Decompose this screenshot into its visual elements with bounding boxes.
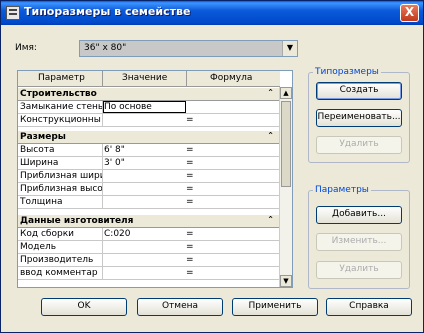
- close-button[interactable]: X: [400, 4, 419, 22]
- param-name: ввод комментар: [20, 268, 98, 278]
- param-formula[interactable]: =: [186, 171, 194, 181]
- table-row[interactable]: Код сборки C:020 =: [18, 228, 280, 241]
- group-row[interactable]: Размеры ⌃: [18, 131, 280, 144]
- group-row[interactable]: Строительство ⌃: [18, 88, 280, 101]
- param-name: Высота: [20, 145, 55, 155]
- modify-param-button[interactable]: Изменить...: [316, 233, 402, 251]
- param-name: Приблизная высот: [20, 184, 102, 194]
- new-type-button[interactable]: Создать: [316, 82, 402, 100]
- collapse-icon[interactable]: ⌃: [267, 131, 274, 140]
- table-row[interactable]: Высота 6' 8" =: [18, 144, 280, 157]
- param-name: Код сборки: [20, 229, 74, 239]
- name-value: 36" x 80": [84, 43, 127, 53]
- chevron-down-icon[interactable]: ▼: [282, 41, 297, 56]
- param-formula[interactable]: =: [186, 115, 194, 125]
- group-title: Размеры: [20, 132, 66, 142]
- table-row[interactable]: Модель =: [18, 241, 280, 254]
- param-formula[interactable]: =: [186, 242, 194, 252]
- apply-button[interactable]: Применить: [232, 298, 318, 316]
- name-label: Имя:: [15, 43, 37, 53]
- grid-header: Параметр Значение Формула: [18, 71, 280, 87]
- group-title: Строительство: [20, 89, 97, 99]
- param-formula[interactable]: =: [186, 158, 194, 168]
- param-name: Конструкционны: [20, 115, 101, 125]
- table-row[interactable]: Приблизная высот =: [18, 183, 280, 196]
- delete-type-button[interactable]: Удалить: [316, 136, 402, 154]
- parameters-grid: Параметр Значение Формула Строительство …: [17, 70, 293, 288]
- collapse-icon[interactable]: ⌃: [267, 88, 274, 97]
- param-value: По основе: [104, 102, 152, 112]
- param-name: Ширина: [20, 158, 59, 168]
- param-formula[interactable]: =: [186, 268, 194, 278]
- title-bar[interactable]: Типоразмеры в семействе X: [1, 1, 423, 25]
- cancel-button[interactable]: Отмена: [137, 298, 223, 316]
- param-name: Производитель: [20, 255, 94, 265]
- param-formula[interactable]: =: [186, 255, 194, 265]
- types-legend: Типоразмеры: [315, 67, 379, 77]
- window-title: Типоразмеры в семействе: [24, 5, 191, 18]
- table-row[interactable]: Конструкционны =: [18, 114, 280, 127]
- header-parameter[interactable]: Параметр: [38, 73, 85, 83]
- scroll-down-icon[interactable]: ▼: [280, 275, 292, 287]
- table-row[interactable]: Замыкание стены По основе: [18, 101, 280, 114]
- param-name: Приблизная ширин: [20, 171, 102, 181]
- param-formula[interactable]: =: [186, 184, 194, 194]
- params-legend: Параметры: [315, 185, 369, 195]
- table-row[interactable]: Ширина 3' 0" =: [18, 157, 280, 170]
- table-row[interactable]: Приблизная ширин =: [18, 170, 280, 183]
- remove-param-button[interactable]: Удалить: [316, 261, 402, 279]
- vertical-scrollbar[interactable]: ▲ ▼: [279, 87, 292, 287]
- param-value[interactable]: 6' 8": [104, 145, 184, 155]
- collapse-icon[interactable]: ⌃: [267, 215, 274, 224]
- table-row[interactable]: Производитель =: [18, 254, 280, 267]
- add-param-button[interactable]: Добавить...: [316, 206, 402, 224]
- param-value[interactable]: C:020: [104, 229, 184, 239]
- rename-type-button[interactable]: Переименовать...: [316, 109, 402, 127]
- group-row[interactable]: Данные изготовителя ⌃: [18, 215, 280, 228]
- param-name: Толщина: [20, 197, 63, 207]
- param-formula[interactable]: =: [186, 145, 194, 155]
- ok-button[interactable]: OK: [41, 298, 127, 316]
- name-combo[interactable]: 36" x 80" ▼: [79, 40, 298, 57]
- table-row[interactable]: ввод комментар =: [18, 267, 280, 280]
- scroll-thumb[interactable]: [281, 101, 291, 187]
- header-formula[interactable]: Формула: [210, 73, 252, 83]
- param-value[interactable]: 3' 0": [104, 158, 184, 168]
- header-value[interactable]: Значение: [122, 73, 167, 83]
- param-name: Замыкание стены: [20, 102, 102, 112]
- scroll-up-icon[interactable]: ▲: [280, 87, 292, 99]
- param-formula[interactable]: =: [186, 197, 194, 207]
- family-types-dialog: Типоразмеры в семействе X Имя: 36" x 80"…: [0, 0, 424, 333]
- group-title: Данные изготовителя: [20, 216, 134, 226]
- help-button[interactable]: Справка: [326, 298, 412, 316]
- param-name: Модель: [20, 242, 57, 252]
- table-row[interactable]: Толщина =: [18, 196, 280, 209]
- param-formula[interactable]: =: [186, 229, 194, 239]
- dialog-icon: [6, 6, 20, 20]
